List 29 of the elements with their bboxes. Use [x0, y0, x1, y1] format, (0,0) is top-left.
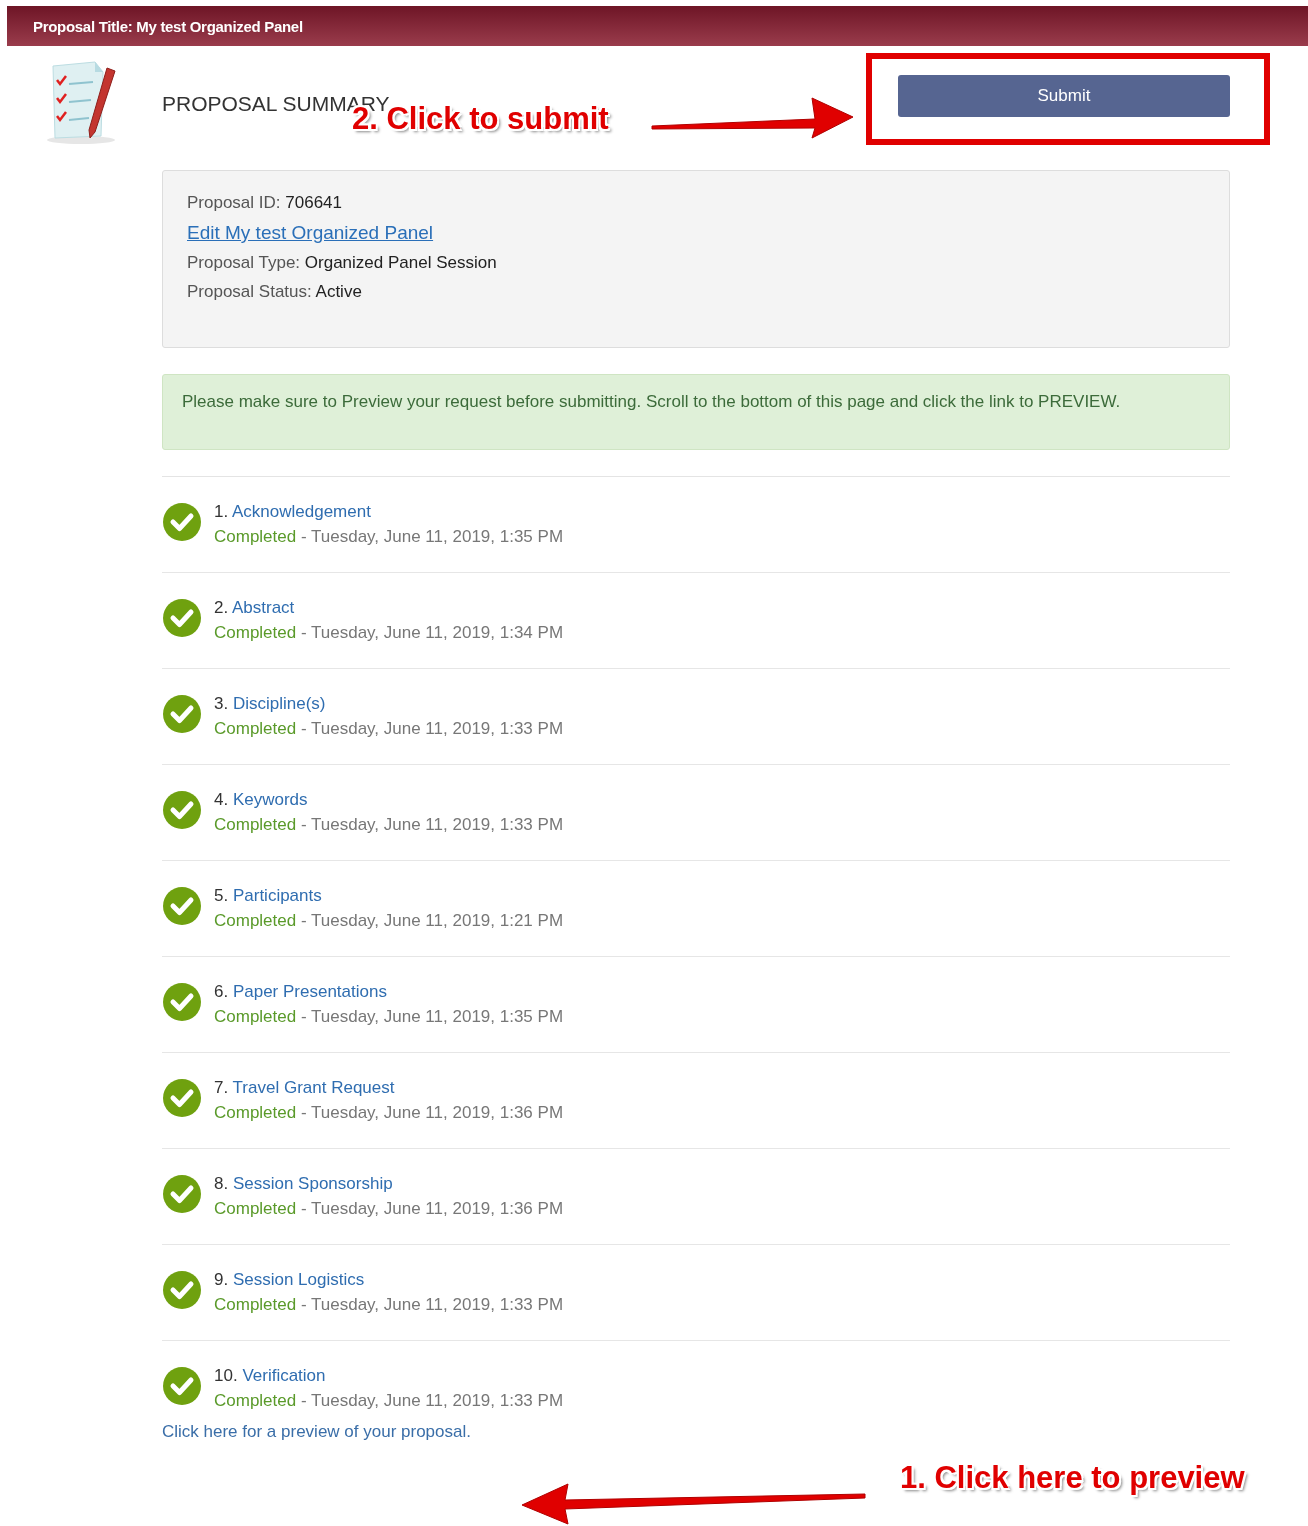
step-status: Completed - Tuesday, June 11, 2019, 1:33 PM: [214, 815, 564, 834]
info-row-text: Proposal Status: Active: [187, 282, 363, 302]
preview-alert: Please make sure to Preview your request before submitting. Scroll to the bottom of this page and click the link to PREVIEW.: [162, 374, 1230, 450]
preview-link[interactable]: Click here for a preview of your proposal.: [162, 1422, 471, 1442]
proposal-title-bar: Proposal Title: My test Organized Panel: [7, 6, 1308, 46]
step-title: 9. Session Logistics: [214, 1270, 366, 1289]
step-title: 4. Keywords: [214, 790, 309, 809]
edit-link[interactable]: Edit My test Organized Panel: [187, 222, 434, 244]
step-status: Completed - Tuesday, June 11, 2019, 1:35 PM: [214, 1007, 564, 1026]
step-title: 3. Discipline(s): [214, 694, 327, 713]
annotation-text: 1. Click here to preview: [900, 1460, 1245, 1496]
step-title: 10. Verification: [214, 1366, 327, 1385]
step-title: 7. Travel Grant Request: [214, 1078, 396, 1097]
submit-button[interactable]: Submit: [898, 75, 1230, 117]
step-title: 6. Paper Presentations: [214, 982, 388, 1001]
step-status: Completed - Tuesday, June 11, 2019, 1:35 PM: [214, 527, 564, 546]
step-status: Completed - Tuesday, June 11, 2019, 1:36 PM: [214, 1103, 564, 1122]
step-title: 5. Participants: [214, 886, 323, 905]
step-title: 1. Acknowledgement: [214, 502, 372, 521]
step-status: Completed - Tuesday, June 11, 2019, 1:36 PM: [214, 1199, 564, 1218]
step-status: Completed - Tuesday, June 11, 2019, 1:33 PM: [214, 719, 564, 738]
step-title: 8. Session Sponsorship: [214, 1174, 394, 1193]
info-row-text: Proposal Type: Organized Panel Session: [187, 253, 498, 273]
step-status: Completed - Tuesday, June 11, 2019, 1:34 PM: [214, 623, 564, 642]
step-status: Completed - Tuesday, June 11, 2019, 1:21 PM: [214, 911, 564, 930]
step-title: 2. Abstract: [214, 598, 296, 617]
step-status: Completed - Tuesday, June 11, 2019, 1:33 PM: [214, 1391, 564, 1410]
info-row-text: Proposal ID: 706641: [187, 193, 343, 213]
step-status: Completed - Tuesday, June 11, 2019, 1:33 PM: [214, 1295, 564, 1314]
